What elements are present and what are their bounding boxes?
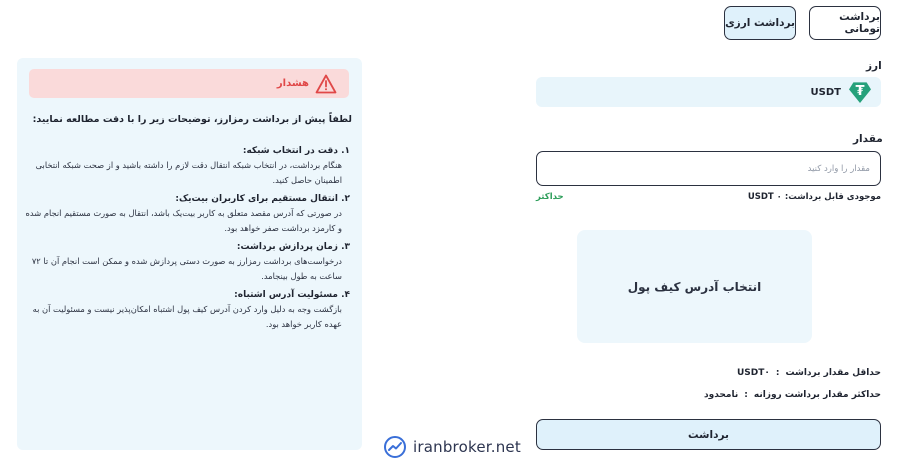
daily-max-value: نامحدود xyxy=(704,390,739,400)
warning-item: ۲. انتقال مستقیم برای کاربران بیت‌یک: در… xyxy=(25,192,350,236)
daily-max-row: حداکثر مقدار برداشت روزانه : نامحدود xyxy=(536,390,881,400)
withdraw-submit-button[interactable]: برداشت xyxy=(536,419,881,450)
limit-separator: : xyxy=(744,390,748,400)
warning-item-title: ۱. دقت در انتخاب شبکه: xyxy=(242,146,350,156)
daily-max-label: حداکثر مقدار برداشت روزانه xyxy=(753,390,881,400)
warning-item-title: ۳. زمان پردازش برداشت: xyxy=(236,242,350,252)
balance-row: موجودی قابل برداشت: ۰ USDT حداکثر xyxy=(536,192,881,202)
warning-item: ۴. مسئولیت آدرس اشتباه: بازگشت وجه به دل… xyxy=(25,288,350,332)
currency-selector[interactable]: ₮ USDT xyxy=(536,77,881,107)
wallet-address-label: انتخاب آدرس کیف پول xyxy=(627,279,762,294)
broker-logo-icon xyxy=(384,436,406,458)
warning-item-text: هنگام برداشت، در انتخاب شبکه انتقال دقت … xyxy=(35,160,342,185)
watermark-text: iranbroker.net xyxy=(413,438,521,456)
warning-triangle-icon xyxy=(315,74,337,93)
warning-item-text: در صورتی که آدرس مقصد متعلق به کاربر بیت… xyxy=(25,208,342,233)
min-withdraw-row: حداقل مقدار برداشت : USDT۰ xyxy=(536,368,881,378)
warning-title: هشدار xyxy=(276,78,309,89)
tether-icon: ₮ xyxy=(849,82,871,103)
available-balance: موجودی قابل برداشت: ۰ USDT xyxy=(747,192,881,202)
currency-code: USDT xyxy=(810,86,841,98)
limit-separator: : xyxy=(775,368,780,378)
max-amount-link[interactable]: حداکثر xyxy=(536,192,564,202)
tab-toman-withdraw[interactable]: برداشت تومانی xyxy=(809,6,881,40)
warning-item-text: بازگشت وجه به دلیل وارد کردن آدرس کیف پو… xyxy=(32,304,342,329)
warning-item-title: ۲. انتقال مستقیم برای کاربران بیت‌یک: xyxy=(175,194,350,204)
tab-crypto-withdraw[interactable]: برداشت ارزی xyxy=(724,6,796,40)
warning-item: ۳. زمان پردازش برداشت: درخواست‌های برداش… xyxy=(25,240,350,284)
watermark: iranbroker.net xyxy=(383,433,521,461)
warning-list: ۱. دقت در انتخاب شبکه: هنگام برداشت، در … xyxy=(25,144,350,336)
warning-item: ۱. دقت در انتخاب شبکه: هنگام برداشت، در … xyxy=(25,144,350,188)
wallet-address-select[interactable]: انتخاب آدرس کیف پول xyxy=(577,230,812,343)
min-withdraw-label: حداقل مقدار برداشت xyxy=(785,368,881,378)
amount-input[interactable] xyxy=(536,151,881,186)
warning-panel: هشدار لطفاً پیش از برداشت رمزارز، توضیحا… xyxy=(17,58,362,450)
warning-intro: لطفاً پیش از برداشت رمزارز، توضیحات زیر … xyxy=(32,114,352,125)
currency-label: ارز xyxy=(866,60,882,72)
warning-item-text: درخواست‌های برداشت رمزارز به صورت دستی پ… xyxy=(31,256,342,281)
amount-label: مقدار xyxy=(853,133,883,145)
warning-item-title: ۴. مسئولیت آدرس اشتباه: xyxy=(234,290,350,300)
warning-banner: هشدار xyxy=(29,69,349,98)
min-withdraw-value: USDT۰ xyxy=(736,368,770,378)
